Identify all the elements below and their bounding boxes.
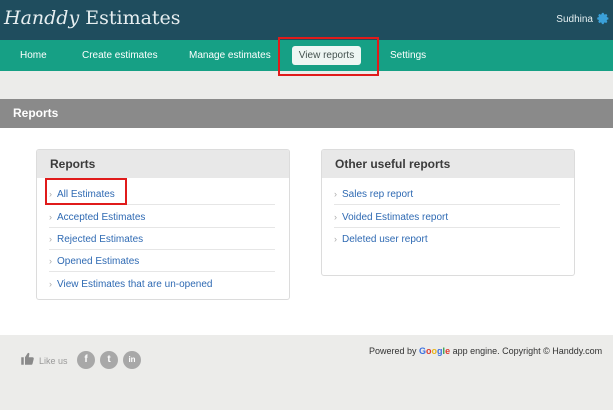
report-link-unopened[interactable]: › View Estimates that are un-opened [49, 273, 275, 295]
google-logo: Google [419, 346, 451, 356]
nav-home[interactable]: Home [20, 40, 47, 71]
other-reports-card: Other useful reports › Sales rep report ›… [321, 149, 575, 276]
powered-by-label: Powered by [369, 346, 420, 356]
copyright-text: app engine. Copyright © Handdy.com [450, 346, 603, 356]
nav-manage-estimates[interactable]: Manage estimates [189, 40, 271, 71]
highlight-box-all-estimates [45, 178, 127, 205]
chevron-right-icon: › [334, 234, 337, 244]
linkedin-icon[interactable]: in [123, 351, 141, 369]
top-bar: Handdy Estimates Sudhina [0, 0, 613, 40]
chevron-right-icon: › [49, 234, 52, 244]
chevron-right-icon: › [49, 212, 52, 222]
logo-text: Estimates [79, 7, 181, 29]
reports-card: Reports › All Estimates › Accepted Estimat… [36, 149, 290, 300]
facebook-icon[interactable]: f [77, 351, 95, 369]
report-link-accepted[interactable]: › Accepted Estimates [49, 206, 275, 228]
nav-settings[interactable]: Settings [390, 40, 426, 71]
report-link-opened[interactable]: › Opened Estimates [49, 250, 275, 272]
twitter-icon[interactable]: t [100, 351, 118, 369]
thumbs-up-icon [21, 352, 34, 365]
reports-card-title: Reports [37, 150, 289, 178]
nav-create-estimates[interactable]: Create estimates [82, 40, 158, 71]
report-link-rejected[interactable]: › Rejected Estimates [49, 228, 275, 250]
like-us-label: Like us [39, 356, 68, 366]
highlight-box-view-reports [278, 37, 379, 76]
other-reports-card-title: Other useful reports [322, 150, 574, 178]
chevron-right-icon: › [334, 212, 337, 222]
gear-icon[interactable] [597, 12, 610, 25]
logo-script: Handdy [4, 7, 80, 29]
chevron-right-icon: › [49, 256, 52, 266]
app-logo[interactable]: Handdy Estimates [4, 7, 181, 29]
page-title: Reports [13, 106, 59, 120]
report-link-voided[interactable]: › Voided Estimates report [334, 206, 560, 228]
user-name[interactable]: Sudhina [556, 14, 593, 25]
page-title-bar: Reports [0, 99, 613, 128]
chevron-right-icon: › [334, 189, 337, 199]
chevron-right-icon: › [49, 279, 52, 289]
footer-powered-by: Powered by Google app engine. Copyright … [369, 346, 602, 356]
report-link-sales-rep[interactable]: › Sales rep report [334, 183, 560, 205]
report-link-deleted-user[interactable]: › Deleted user report [334, 228, 560, 250]
